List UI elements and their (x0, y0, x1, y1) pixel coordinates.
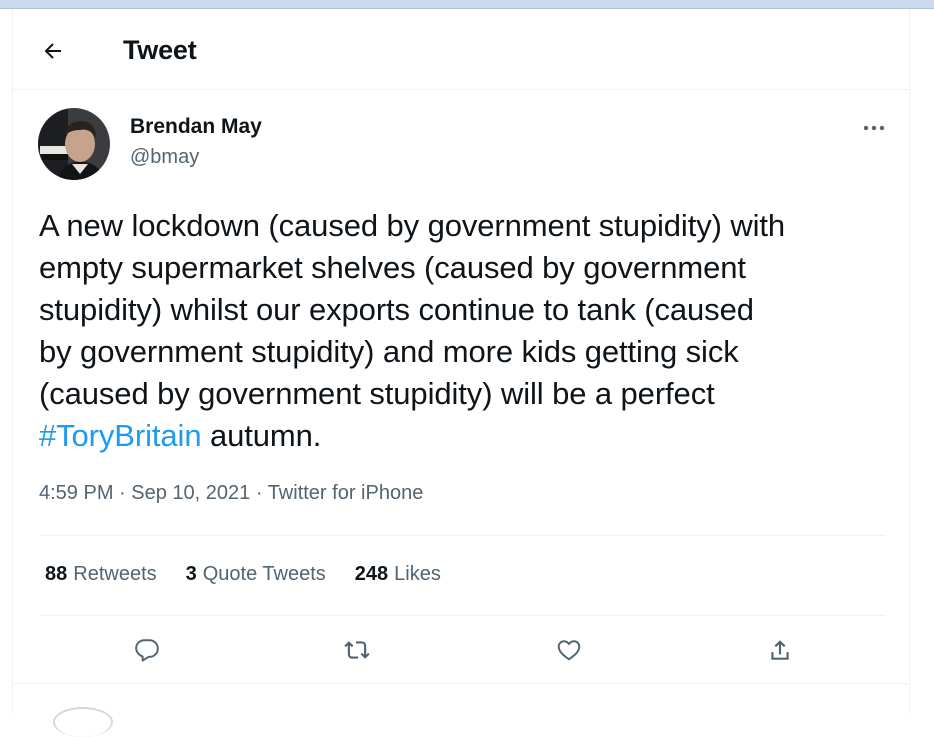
tweet-stats: 88 Retweets 3 Quote Tweets 248 Likes (45, 563, 441, 586)
hashtag-link[interactable]: #ToryBritain (39, 418, 202, 453)
tweet-column: Tweet Brendan May @bmay A new lockdown (… (12, 9, 910, 737)
retweet-icon (344, 641, 370, 659)
quote-tweets-count: 3 (185, 563, 197, 585)
likes-count: 248 (354, 563, 389, 585)
retweets-stat[interactable]: 88 Retweets (45, 563, 157, 586)
next-reply-avatar (53, 707, 113, 737)
author-handle[interactable]: @bmay (130, 146, 199, 169)
page-header: Tweet (13, 9, 909, 90)
author-name[interactable]: Brendan May (130, 115, 262, 139)
page-title: Tweet (123, 35, 197, 65)
quote-tweets-label: Quote Tweets (202, 563, 326, 585)
tweet-time[interactable]: 4:59 PM (39, 482, 113, 504)
quote-tweets-stat[interactable]: 3 Quote Tweets (186, 563, 326, 586)
share-button[interactable] (763, 633, 797, 667)
tweet-meta: 4:59 PM · Sep 10, 2021 · Twitter for iPh… (39, 482, 423, 505)
likes-label: Likes (394, 563, 441, 585)
back-button[interactable] (35, 33, 71, 69)
retweet-button[interactable] (340, 633, 374, 667)
arrow-left-icon (44, 43, 61, 59)
divider (13, 683, 909, 684)
more-options-button[interactable] (856, 113, 892, 143)
meta-separator: · (113, 482, 132, 504)
more-horizontal-icon (863, 125, 885, 131)
avatar[interactable] (38, 108, 110, 180)
avatar-image (38, 108, 110, 180)
retweets-label: Retweets (73, 563, 157, 585)
reply-button[interactable] (130, 633, 164, 667)
retweets-count: 88 (45, 563, 68, 585)
browser-top-strip (0, 0, 934, 9)
divider (39, 615, 885, 616)
likes-stat[interactable]: 248 Likes (355, 563, 441, 586)
like-button[interactable] (552, 633, 586, 667)
tweet-text-end: autumn. (201, 418, 322, 453)
tweet-date[interactable]: Sep 10, 2021 (131, 482, 250, 504)
meta-separator: · (250, 482, 268, 504)
share-icon (771, 640, 789, 660)
tweet-source[interactable]: Twitter for iPhone (268, 482, 424, 504)
tweet-actions (13, 624, 909, 674)
divider (39, 535, 885, 536)
tweet-text: A new lockdown (caused by government stu… (39, 205, 899, 457)
heart-icon (557, 640, 581, 661)
reply-icon (135, 639, 159, 662)
tweet-text-body: A new lockdown (caused by government stu… (39, 208, 786, 411)
